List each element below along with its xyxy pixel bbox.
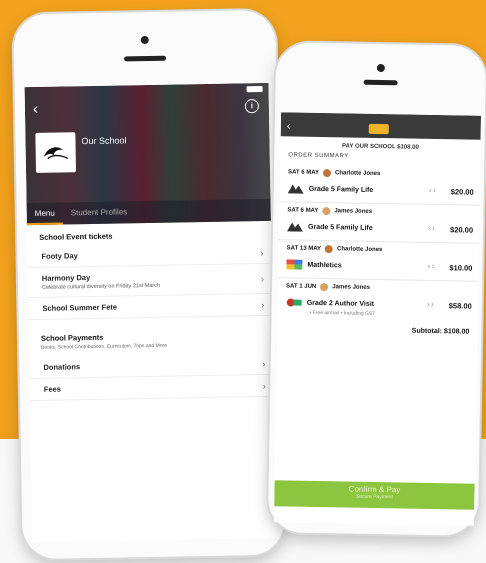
status-bar xyxy=(25,83,269,99)
student-name: James Jones xyxy=(334,208,373,215)
battery-icon xyxy=(246,85,263,93)
item-quantity: x 1 xyxy=(428,187,436,195)
item-price: $58.00 xyxy=(448,300,472,311)
list-item-harmony-day[interactable]: Harmony Day Celebrate cultural diversity… xyxy=(27,263,273,299)
tab-menu[interactable]: Menu xyxy=(26,202,63,226)
list-item-label: School Summer Fete xyxy=(42,302,118,313)
family-life-icon xyxy=(286,222,303,232)
list-item-label: Donations xyxy=(43,362,81,372)
wave-logo-icon xyxy=(43,147,69,160)
order-date: SAT 6 MAY xyxy=(287,207,319,214)
order-date: SAT 13 MAY xyxy=(286,245,322,253)
list-item-label: Fees xyxy=(43,384,61,394)
school-logo xyxy=(35,132,77,173)
item-price: $10.00 xyxy=(449,262,473,273)
credit-card-icon xyxy=(368,123,389,135)
list-item-label: Footy Day xyxy=(41,251,78,261)
front-camera xyxy=(140,35,149,45)
table-row[interactable]: Grade 5 Family Life x 1 $20.00 xyxy=(278,217,480,244)
student-name: James Jones xyxy=(332,284,371,291)
order-group: SAT 13 MAY Charlotte Jones Mathletics x … xyxy=(278,240,479,282)
school-menu-screen: ‹ i Our School Menu Student Profiles Sch… xyxy=(24,82,277,543)
avatar xyxy=(320,283,329,292)
chevron-right-icon: › xyxy=(262,358,266,369)
front-camera xyxy=(376,63,385,73)
item-price: $20.00 xyxy=(450,224,474,235)
order-group: SAT 6 MAY James Jones Grade 5 Family Lif… xyxy=(278,202,480,244)
item-quantity: x 1 xyxy=(427,263,435,270)
item-name: Grade 2 Author Visit xyxy=(306,299,375,308)
school-header: ‹ i Our School Menu Student Profiles xyxy=(24,82,271,226)
table-row[interactable]: Mathletics x 1 $10.00 xyxy=(278,255,479,282)
chevron-right-icon: › xyxy=(262,380,266,391)
item-name: Grade 5 Family Life xyxy=(308,223,373,232)
order-date: SAT 1 JUN xyxy=(285,283,317,290)
order-date: SAT 6 MAY xyxy=(287,169,320,176)
list-item-fees[interactable]: Fees › xyxy=(29,374,274,402)
avatar xyxy=(324,245,334,254)
avatar xyxy=(322,207,331,216)
order-group: SAT 6 MAY Charlotte Jones Grade 5 Family… xyxy=(279,164,480,206)
school-name: Our School xyxy=(81,135,127,147)
confirm-pay-button[interactable]: Confirm & Pay Secure Payment xyxy=(274,480,475,510)
mathletics-icon xyxy=(286,259,303,270)
chevron-right-icon: › xyxy=(261,299,265,310)
phone-right: ‹ PAY OUR SCHOOL $108.00 ORDER SUMMARY S… xyxy=(267,42,486,536)
speaker-grille xyxy=(124,55,167,62)
chevron-right-icon: › xyxy=(260,273,264,284)
list-item-summer-fete[interactable]: School Summer Fete › xyxy=(28,293,273,321)
item-quantity: x 1 xyxy=(428,225,436,233)
item-quantity: x 1 xyxy=(427,301,434,308)
back-chevron-icon[interactable]: ‹ xyxy=(287,120,291,132)
item-name: Grade 5 Family Life xyxy=(308,185,374,194)
payment-summary-screen: ‹ PAY OUR SCHOOL $108.00 ORDER SUMMARY S… xyxy=(273,112,482,526)
speaker-grille xyxy=(363,79,398,86)
chevron-right-icon: › xyxy=(260,247,264,258)
item-name: Mathletics xyxy=(307,261,342,269)
tab-bar: Menu Student Profiles xyxy=(26,198,271,226)
table-row[interactable]: Grade 5 Family Life x 1 $20.00 xyxy=(279,179,480,206)
student-name: Charlotte Jones xyxy=(334,170,381,178)
table-row[interactable]: Grade 2 Author Visit x 1 $58.00 xyxy=(278,293,478,318)
subtotal: Subtotal: $108.00 xyxy=(411,327,470,336)
avatar xyxy=(322,169,332,178)
student-name: Charlotte Jones xyxy=(336,246,383,254)
payment-header: ‹ xyxy=(280,112,482,140)
order-group: SAT 1 JUN James Jones Grade 2 Author Vis… xyxy=(277,278,478,320)
back-chevron-icon[interactable]: ‹ xyxy=(33,101,39,119)
item-price: $20.00 xyxy=(450,186,474,197)
phone-left: ‹ i Our School Menu Student Profiles Sch… xyxy=(13,9,285,560)
family-life-icon xyxy=(287,184,304,194)
author-visit-icon xyxy=(286,298,302,307)
list-item-description: Celebrate cultural diversity on Friday 2… xyxy=(41,282,161,291)
tab-student-profiles[interactable]: Student Profiles xyxy=(63,201,136,224)
info-icon[interactable]: i xyxy=(244,99,260,114)
